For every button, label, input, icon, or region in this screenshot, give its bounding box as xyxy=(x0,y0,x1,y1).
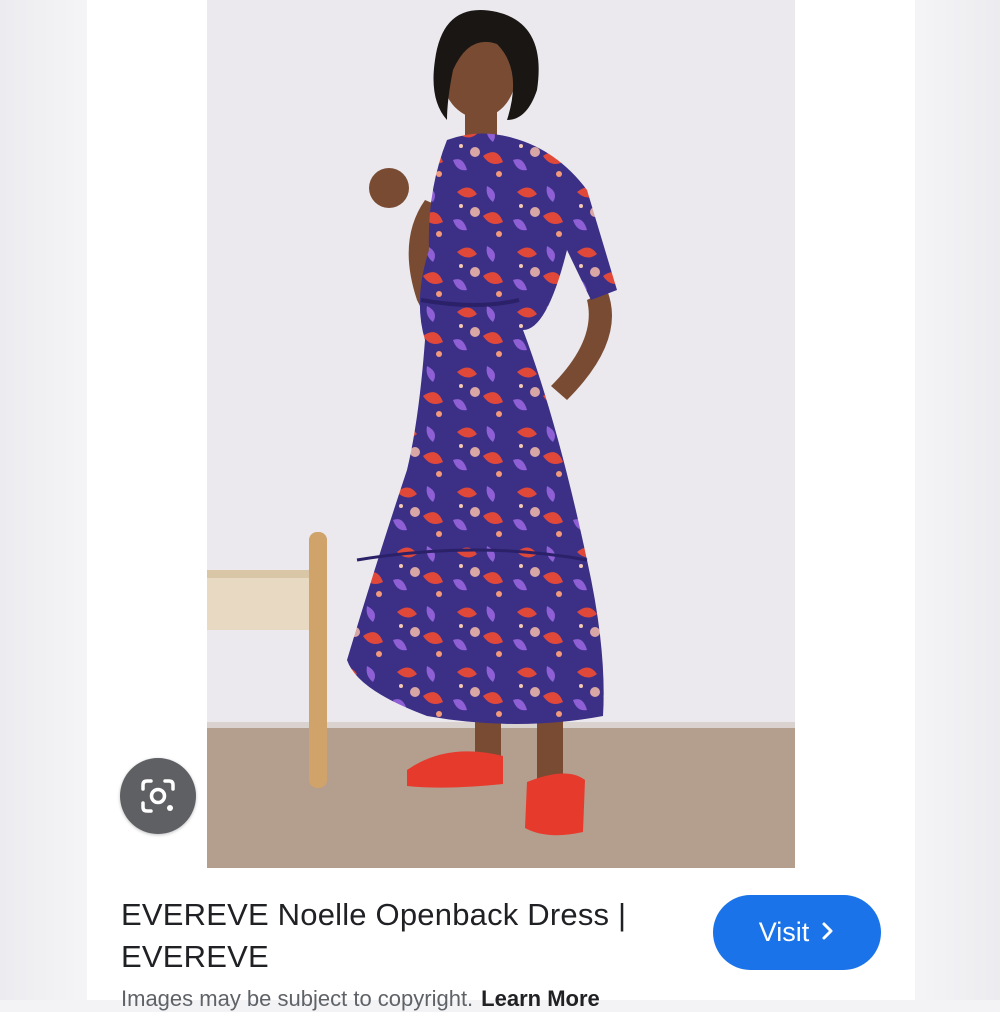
left-backdrop xyxy=(0,0,90,1000)
product-photo-illustration xyxy=(207,0,795,868)
right-backdrop xyxy=(910,0,1000,1000)
visit-button[interactable]: Visit xyxy=(713,895,881,970)
chevron-right-icon xyxy=(821,917,835,948)
copyright-notice: Images may be subject to copyright. Learn… xyxy=(121,986,600,1012)
result-info-panel: EVEREVE Noelle Openback Dress | EVEREVE … xyxy=(87,868,915,1011)
google-lens-icon xyxy=(141,779,175,813)
product-image[interactable] xyxy=(207,0,795,868)
visit-button-label: Visit xyxy=(758,917,810,947)
lens-search-button[interactable] xyxy=(120,758,196,834)
learn-more-link[interactable]: Learn More xyxy=(481,986,600,1011)
copyright-text: Images may be subject to copyright. xyxy=(121,986,474,1011)
result-title[interactable]: EVEREVE Noelle Openback Dress | EVEREVE xyxy=(121,894,691,978)
